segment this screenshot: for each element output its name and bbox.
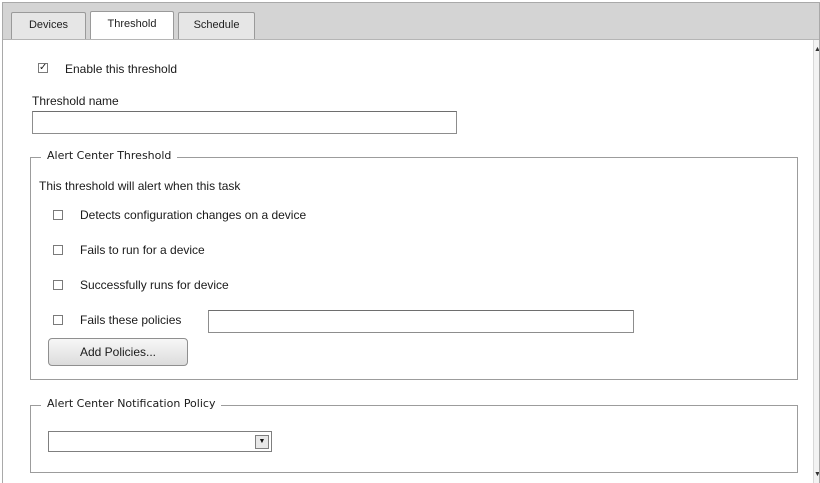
tab-devices[interactable]: Devices [11, 12, 86, 39]
vertical-scrollbar[interactable]: ▲ ▼ [813, 40, 819, 483]
fails-policies-checkbox[interactable] [53, 315, 63, 325]
fails-policies-label: Fails these policies [80, 313, 182, 327]
detects-config-changes-label: Detects configuration changes on a devic… [80, 208, 307, 222]
fails-to-run-checkbox[interactable] [53, 245, 63, 255]
notification-policy-legend: Alert Center Notification Policy [41, 397, 222, 410]
tab-bar: Devices Threshold Schedule [3, 3, 819, 40]
scroll-down-icon[interactable]: ▼ [814, 469, 819, 481]
policies-input[interactable] [208, 310, 634, 333]
successfully-runs-label: Successfully runs for device [80, 278, 229, 292]
enable-threshold-checkbox[interactable]: ✓ [38, 63, 48, 73]
tab-threshold[interactable]: Threshold [90, 11, 174, 39]
notification-policy-select[interactable]: ▼ [48, 431, 272, 452]
alert-center-threshold-legend: Alert Center Threshold [41, 149, 178, 162]
enable-threshold-label: Enable this threshold [65, 62, 178, 76]
tab-schedule[interactable]: Schedule [178, 12, 255, 39]
threshold-name-label: Threshold name [32, 94, 119, 108]
fails-to-run-label: Fails to run for a device [80, 243, 205, 257]
threshold-name-input[interactable] [32, 111, 457, 134]
chevron-down-icon[interactable]: ▼ [255, 435, 269, 449]
add-policies-button[interactable]: Add Policies... [48, 338, 188, 366]
scroll-up-icon[interactable]: ▲ [814, 44, 819, 56]
alert-intro-text: This threshold will alert when this task [39, 179, 241, 193]
successfully-runs-checkbox[interactable] [53, 280, 63, 290]
detects-config-changes-checkbox[interactable] [53, 210, 63, 220]
threshold-panel: Devices Threshold Schedule ▲ ▼ ✓ Enable … [2, 2, 820, 483]
